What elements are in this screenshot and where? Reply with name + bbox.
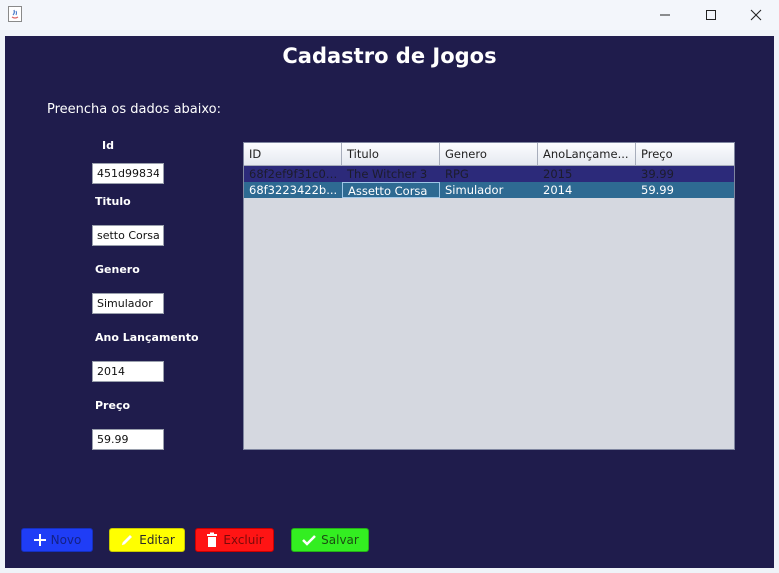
id-field[interactable] — [92, 163, 164, 184]
excluir-button[interactable]: Excluir — [195, 528, 274, 552]
table-cell[interactable]: 2014 — [538, 182, 636, 198]
close-icon — [750, 9, 762, 21]
genero-field[interactable] — [92, 293, 164, 314]
id-label: Id — [102, 139, 114, 152]
maximize-button[interactable] — [688, 0, 734, 30]
games-table[interactable]: ID Titulo Genero AnoLançame... Preço 68f… — [243, 142, 735, 450]
salvar-button-label: Salvar — [321, 533, 359, 547]
table-cell[interactable]: Simulador — [440, 182, 538, 198]
minimize-icon — [660, 14, 670, 16]
plus-icon — [33, 533, 47, 547]
check-icon — [301, 533, 317, 547]
column-header-preco[interactable]: Preço — [636, 143, 734, 165]
table-cell[interactable]: 68f3223422b... — [244, 182, 342, 198]
title-bar — [0, 0, 779, 30]
column-header-id[interactable]: ID — [244, 143, 342, 165]
instructions-label: Preencha os dados abaixo: — [47, 102, 222, 117]
table-row[interactable]: 68f2ef9f31c0b... The Witcher 3 RPG 2015 … — [244, 166, 734, 182]
table-cell[interactable]: Assetto Corsa — [342, 182, 440, 198]
minimize-button[interactable] — [642, 0, 688, 30]
excluir-button-label: Excluir — [223, 533, 264, 547]
column-header-genero[interactable]: Genero — [440, 143, 538, 165]
table-cell[interactable]: 68f2ef9f31c0b... — [244, 166, 342, 182]
preco-label: Preço — [95, 399, 131, 412]
page-title: Cadastro de Jogos — [282, 44, 497, 68]
maximize-icon — [706, 10, 716, 20]
salvar-button[interactable]: Salvar — [291, 528, 369, 552]
novo-button-label: Novo — [50, 533, 82, 547]
titulo-field[interactable] — [92, 225, 164, 246]
genero-label: Genero — [95, 263, 140, 276]
preco-field[interactable] — [92, 429, 164, 450]
table-cell[interactable]: RPG — [440, 166, 538, 182]
table-row[interactable]: 68f3223422b... Assetto Corsa Simulador 2… — [244, 182, 734, 198]
java-app-icon — [8, 6, 22, 22]
ano-lancamento-field[interactable] — [92, 361, 164, 382]
close-button[interactable] — [733, 0, 779, 30]
column-header-titulo[interactable]: Titulo — [342, 143, 440, 165]
editar-button-label: Editar — [139, 533, 175, 547]
titulo-label: Titulo — [95, 195, 131, 208]
table-header: ID Titulo Genero AnoLançame... Preço — [244, 143, 734, 166]
ano-lancamento-label: Ano Lançamento — [95, 331, 199, 344]
pencil-icon — [119, 532, 135, 548]
table-cell[interactable]: The Witcher 3 — [342, 166, 440, 182]
editar-button[interactable]: Editar — [109, 528, 185, 552]
table-cell[interactable]: 2015 — [538, 166, 636, 182]
column-header-ano-lancamento[interactable]: AnoLançame... — [538, 143, 636, 165]
table-cell[interactable]: 59.99 — [636, 182, 734, 198]
trash-icon — [205, 532, 219, 548]
table-cell[interactable]: 39.99 — [636, 166, 734, 182]
novo-button[interactable]: Novo — [21, 528, 93, 552]
main-panel: Cadastro de Jogos Preencha os dados abai… — [5, 36, 774, 568]
